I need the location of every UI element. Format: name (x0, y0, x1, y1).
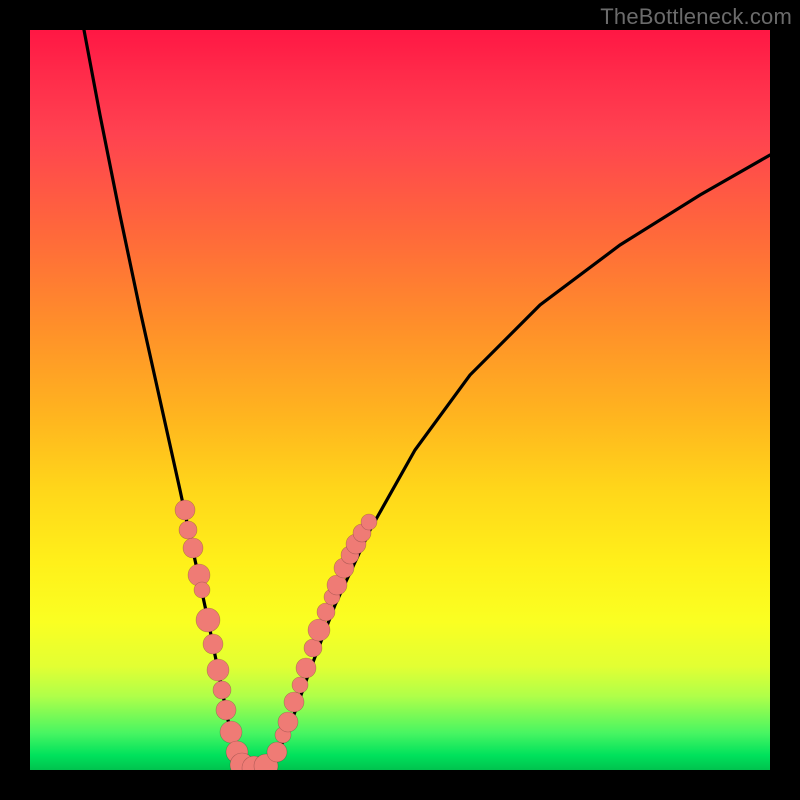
data-point (216, 700, 236, 720)
data-point (317, 603, 335, 621)
curve-svg (30, 30, 770, 770)
data-point (278, 712, 298, 732)
data-point (296, 658, 316, 678)
data-point (308, 619, 330, 641)
chart-frame: TheBottleneck.com (0, 0, 800, 800)
data-point (361, 514, 377, 530)
data-point (292, 677, 308, 693)
plot-area (30, 30, 770, 770)
data-point (284, 692, 304, 712)
data-point (194, 582, 210, 598)
bottleneck-curve (84, 30, 770, 768)
watermark-text: TheBottleneck.com (600, 4, 792, 30)
data-point (175, 500, 195, 520)
data-point (179, 521, 197, 539)
data-point (213, 681, 231, 699)
data-point (196, 608, 220, 632)
data-point (183, 538, 203, 558)
data-point (207, 659, 229, 681)
scatter-dots (175, 500, 377, 770)
data-point (203, 634, 223, 654)
data-point (267, 742, 287, 762)
data-point (220, 721, 242, 743)
data-point (304, 639, 322, 657)
